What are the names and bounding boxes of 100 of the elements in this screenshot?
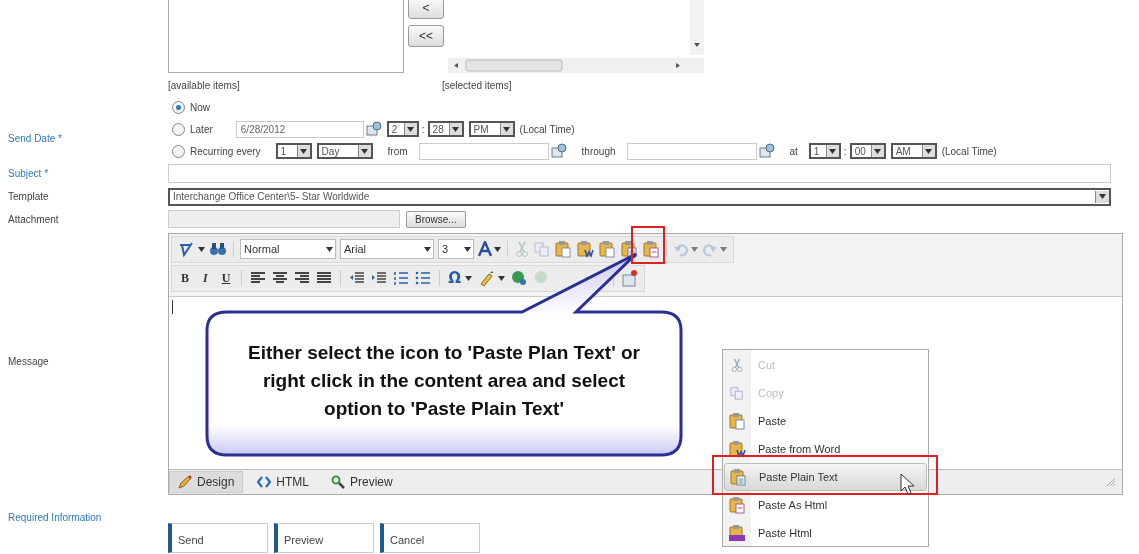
- outdent-icon[interactable]: [349, 271, 366, 286]
- dropdown[interactable]: 1: [275, 143, 312, 160]
- menu-item[interactable]: Paste from Word: [724, 435, 927, 463]
- field-label: Template: [8, 191, 49, 203]
- template-dropdown[interactable]: Interchange Office Center\5- Star Worldwide: [168, 187, 1111, 206]
- code-icon: [257, 476, 272, 488]
- dropdown[interactable]: 00: [849, 143, 886, 160]
- align-icon[interactable]: [316, 271, 333, 286]
- dropdown[interactable]: PM: [468, 121, 515, 138]
- radio-button[interactable]: [172, 144, 185, 158]
- magnifier-icon: [331, 475, 346, 489]
- caret-icon[interactable]: [452, 126, 460, 132]
- calendar-icon[interactable]: [758, 143, 775, 160]
- dropdown[interactable]: Arial: [340, 239, 434, 260]
- bulleted-list-icon[interactable]: [415, 271, 432, 286]
- editor-mode-tab[interactable]: Design: [169, 471, 244, 493]
- caret-icon[interactable]: [465, 276, 473, 281]
- spellcheck-icon[interactable]: [178, 241, 196, 258]
- dropdown[interactable]: 3: [438, 239, 474, 260]
- caret-icon[interactable]: [925, 148, 933, 154]
- dropdown[interactable]: 28: [427, 121, 464, 138]
- align-icon[interactable]: [294, 271, 311, 286]
- menu-item[interactable]: Paste Plain Text: [724, 463, 927, 491]
- subject-field[interactable]: [168, 164, 1111, 184]
- align-icon[interactable]: [272, 271, 289, 286]
- dropdown[interactable]: Day: [316, 143, 373, 160]
- editor-mode-tab[interactable]: Preview: [323, 471, 401, 493]
- from-date-field[interactable]: [418, 142, 549, 160]
- field-label: Send Date *: [8, 132, 62, 144]
- list-caption: [selected items]: [442, 80, 513, 92]
- pencil-icon: [178, 475, 192, 489]
- format-button[interactable]: I: [198, 271, 213, 286]
- action-button[interactable]: Preview: [274, 523, 374, 554]
- format-button[interactable]: U: [218, 271, 234, 286]
- caret-icon[interactable]: [503, 126, 511, 132]
- caret-icon[interactable]: [498, 276, 506, 281]
- dropdown[interactable]: Normal: [240, 239, 336, 260]
- caret-icon[interactable]: [829, 148, 837, 154]
- font-color-icon[interactable]: [478, 241, 492, 258]
- editor-mode-tab[interactable]: HTML: [249, 471, 318, 493]
- required-note: Required Information: [8, 511, 102, 523]
- clipboard-icon[interactable]: [728, 496, 746, 514]
- radio-button[interactable]: [172, 100, 185, 114]
- file-field[interactable]: [168, 210, 400, 229]
- radio-button[interactable]: [172, 122, 185, 136]
- move-left-button[interactable]: <: [408, 0, 444, 19]
- from-label: from: [387, 145, 408, 157]
- calendar-icon[interactable]: [365, 121, 382, 138]
- menu-item[interactable]: Paste As Html: [724, 491, 927, 519]
- dropdown[interactable]: 2: [386, 121, 419, 138]
- clipboard-icon[interactable]: [728, 524, 746, 542]
- radio-label: Now: [190, 101, 210, 113]
- callout-text: Either select the icon to 'Paste Plan Text' or right click in the content area and select option to 'Paste Plain Text': [247, 341, 641, 421]
- field-label: Subject *: [8, 168, 49, 180]
- action-button[interactable]: Send: [168, 523, 268, 554]
- indent-icon[interactable]: [371, 271, 388, 286]
- calendar-icon[interactable]: [550, 143, 567, 160]
- browse-button[interactable]: Browse...: [406, 210, 466, 228]
- special-character-button[interactable]: Ω: [448, 269, 462, 288]
- clipboard-icon[interactable]: [729, 468, 747, 486]
- caret-icon[interactable]: [300, 148, 308, 154]
- binoculars-icon[interactable]: [209, 241, 227, 258]
- date-field[interactable]: 6/28/2012: [235, 120, 364, 138]
- image-pin-icon[interactable]: [622, 269, 639, 288]
- mouse-cursor-icon: [900, 473, 916, 495]
- field-label: Message: [8, 356, 49, 368]
- scrollbar[interactable]: [448, 58, 704, 73]
- menu-item[interactable]: Paste: [724, 407, 927, 435]
- clipboard-icon[interactable]: [728, 440, 746, 458]
- align-icon[interactable]: [250, 271, 267, 286]
- menu-item[interactable]: Paste Html: [724, 519, 927, 547]
- clipboard-icon[interactable]: [598, 240, 616, 259]
- time-note: (Local Time): [519, 123, 575, 135]
- radio-label: Recurring every: [190, 145, 261, 157]
- copy-icon: [730, 386, 744, 400]
- paste-word-icon[interactable]: [576, 240, 594, 259]
- caret-icon[interactable]: [407, 126, 415, 132]
- format-button[interactable]: B: [178, 271, 192, 286]
- caret-icon[interactable]: [198, 247, 205, 252]
- list-caption: [available items]: [168, 80, 241, 92]
- scissors-icon: [730, 358, 744, 372]
- clipboard-icon[interactable]: [642, 240, 660, 259]
- dropdown[interactable]: 1: [808, 143, 841, 160]
- field-label: Attachment: [8, 213, 59, 225]
- numbered-list-icon[interactable]: [393, 271, 410, 286]
- paste-icon[interactable]: [554, 240, 572, 259]
- clipboard-icon[interactable]: [728, 412, 746, 430]
- scrollbar[interactable]: [690, 0, 704, 55]
- brush-icon[interactable]: [478, 270, 495, 287]
- move-left-button[interactable]: <<: [408, 25, 444, 47]
- dropdown[interactable]: AM: [890, 143, 937, 160]
- through-date-field[interactable]: [626, 142, 757, 160]
- time-note: (Local Time): [941, 145, 997, 157]
- caret-icon[interactable]: [361, 148, 369, 154]
- resize-grip-icon[interactable]: [1106, 477, 1116, 487]
- action-button[interactable]: Cancel: [380, 523, 480, 554]
- caret-icon[interactable]: [1099, 194, 1106, 200]
- highlight-frame: [631, 226, 665, 264]
- radio-label: Later: [190, 123, 213, 135]
- caret-icon[interactable]: [874, 148, 882, 154]
